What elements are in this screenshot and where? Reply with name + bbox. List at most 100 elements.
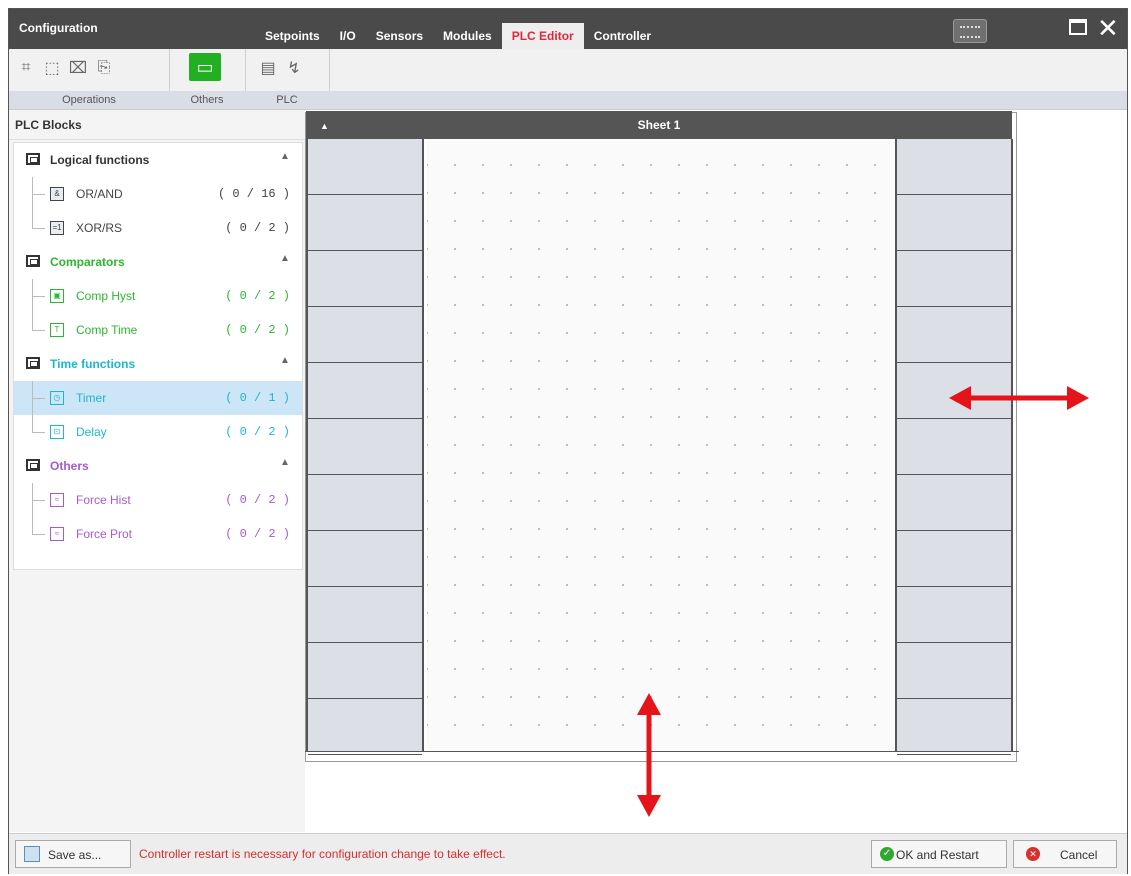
or-and-icon: & [50, 187, 64, 201]
sheet-output-cell[interactable] [897, 587, 1011, 643]
sheet-input-cell[interactable] [308, 643, 422, 699]
block-label: Force Prot [76, 527, 133, 541]
block-count: ( 0 / 2 ) [225, 289, 290, 303]
sheet-input-cell[interactable] [308, 531, 422, 587]
category-folder-icon [26, 459, 40, 471]
block-label: Timer [76, 391, 107, 405]
tab-modules[interactable]: Modules [433, 23, 502, 49]
block-label: Comp Hyst [76, 289, 136, 303]
sheet-output-cell[interactable] [897, 531, 1011, 587]
tab-io[interactable]: I/O [330, 23, 366, 49]
sheet-outputs-column [895, 139, 1013, 755]
category-logical-functions[interactable]: Logical functions ▲ [14, 143, 302, 177]
block-label: Comp Time [76, 323, 138, 337]
sheet-title: Sheet 1 [637, 118, 681, 132]
cancel-button[interactable]: ✕ Cancel [1013, 840, 1117, 868]
toolbar-group-plc: ▤ ↯ PLC [245, 49, 330, 109]
ok-and-restart-button[interactable]: ✓ OK and Restart [871, 840, 1007, 868]
sheet-output-cell[interactable] [897, 251, 1011, 307]
collapse-chevron-icon[interactable]: ▲ [280, 253, 290, 264]
close-icon[interactable]: ✕ [1097, 13, 1119, 43]
block-item-delay[interactable]: ⊡ Delay ( 0 / 2 ) [14, 415, 302, 449]
sheet-icon[interactable]: ▤ [257, 57, 279, 79]
toolbar-label-others: Others [169, 91, 245, 109]
restart-notice: Controller restart is necessary for conf… [139, 847, 506, 861]
save-icon [24, 846, 40, 862]
configuration-window: Configuration Setpoints I/O Sensors Modu… [8, 8, 1128, 874]
save-as-button[interactable]: Save as... [15, 840, 131, 868]
sheet-output-cell[interactable] [897, 307, 1011, 363]
block-count: ( 0 / 2 ) [225, 221, 290, 235]
select-block-icon[interactable]: ⌗ [15, 57, 37, 79]
block-label: XOR/RS [76, 221, 123, 235]
block-count: ( 0 / 16 ) [217, 187, 290, 201]
sheet-input-cell[interactable] [308, 139, 422, 195]
force-hist-icon: ≈ [50, 493, 64, 507]
tab-setpoints[interactable]: Setpoints [255, 23, 330, 49]
sheet-input-cell[interactable] [308, 363, 422, 419]
category-label: Others [50, 459, 89, 473]
block-item-or-and[interactable]: & OR/AND ( 0 / 16 ) [14, 177, 302, 211]
unselect-icon[interactable]: ⌧ [67, 57, 89, 79]
window-title: Configuration [19, 21, 98, 35]
toolbar-label-strip [329, 91, 1127, 109]
sheet-output-cell[interactable] [897, 643, 1011, 699]
category-time-functions[interactable]: Time functions ▲ [14, 347, 302, 381]
sheet-input-cell[interactable] [308, 307, 422, 363]
sheet-inputs-column [306, 139, 424, 755]
sheet-output-cell[interactable] [897, 475, 1011, 531]
force-prot-icon: ≈ [50, 527, 64, 541]
collapse-chevron-icon[interactable]: ▲ [280, 151, 290, 162]
tab-plc-editor[interactable]: PLC Editor [501, 23, 584, 49]
toolbar-label-operations: Operations [9, 91, 169, 109]
category-label: Comparators [50, 255, 125, 269]
category-comparators[interactable]: Comparators ▲ [14, 245, 302, 279]
category-folder-icon [26, 357, 40, 369]
toolbar-label-plc: PLC [245, 91, 329, 109]
block-item-force-prot[interactable]: ≈ Force Prot ( 0 / 2 ) [14, 517, 302, 551]
vertical-resize-arrow-icon [637, 693, 661, 817]
sheet-input-cell[interactable] [308, 419, 422, 475]
tab-sensors[interactable]: Sensors [366, 23, 433, 49]
sheet-output-cell[interactable] [897, 195, 1011, 251]
block-count: ( 0 / 2 ) [225, 323, 290, 337]
tab-bar: Setpoints I/O Sensors Modules PLC Editor… [255, 23, 661, 49]
block-count: ( 0 / 2 ) [225, 493, 290, 507]
sheet-input-cell[interactable] [308, 699, 422, 755]
collapse-chevron-icon[interactable]: ▲ [280, 457, 290, 468]
export-icon[interactable]: ⎘ [93, 57, 115, 79]
toolbar-group-others: ▭ Others [169, 49, 246, 109]
sheet-output-cell[interactable] [897, 139, 1011, 195]
sheet-output-cell[interactable] [897, 699, 1011, 755]
block-item-force-hist[interactable]: ≈ Force Hist ( 0 / 2 ) [14, 483, 302, 517]
sheet-output-cell[interactable] [897, 419, 1011, 475]
bottom-bar: Save as... Controller restart is necessa… [9, 833, 1127, 874]
block-label: Force Hist [76, 493, 131, 507]
tab-controller[interactable]: Controller [584, 23, 661, 49]
plc-canvas[interactable] [427, 139, 897, 751]
plc-icon[interactable]: ↯ [283, 57, 305, 79]
sheet-header: ▲ Sheet 1 [306, 111, 1012, 139]
frame-icon[interactable]: ⬚ [41, 57, 63, 79]
block-item-comp-time[interactable]: T Comp Time ( 0 / 2 ) [14, 313, 302, 347]
block-item-comp-hyst[interactable]: ▣ Comp Hyst ( 0 / 2 ) [14, 279, 302, 313]
block-label: Delay [76, 425, 107, 439]
category-others[interactable]: Others ▲ [14, 449, 302, 483]
collapse-chevron-icon[interactable]: ▲ [280, 355, 290, 366]
sheet-input-cell[interactable] [308, 587, 422, 643]
plc-blocks-panel: PLC Blocks Logical functions ▲ & OR/AND … [9, 110, 305, 832]
category-label: Logical functions [50, 153, 150, 167]
block-item-xor-rs[interactable]: =1 XOR/RS ( 0 / 2 ) [14, 211, 302, 245]
sheet-input-cell[interactable] [308, 195, 422, 251]
horizontal-resize-arrow-icon [949, 386, 1089, 410]
keyboard-icon[interactable] [953, 19, 987, 43]
maximize-icon[interactable] [1069, 19, 1087, 35]
block-item-timer[interactable]: ◷ Timer ( 0 / 1 ) [14, 381, 302, 415]
sheet-input-cell[interactable] [308, 251, 422, 307]
panel-title: PLC Blocks [9, 110, 305, 140]
delay-icon: ⊡ [50, 425, 64, 439]
sheet-input-cell[interactable] [308, 475, 422, 531]
comment-icon[interactable]: ▭ [189, 53, 221, 81]
xor-rs-icon: =1 [50, 221, 64, 235]
cancel-icon: ✕ [1026, 847, 1040, 861]
